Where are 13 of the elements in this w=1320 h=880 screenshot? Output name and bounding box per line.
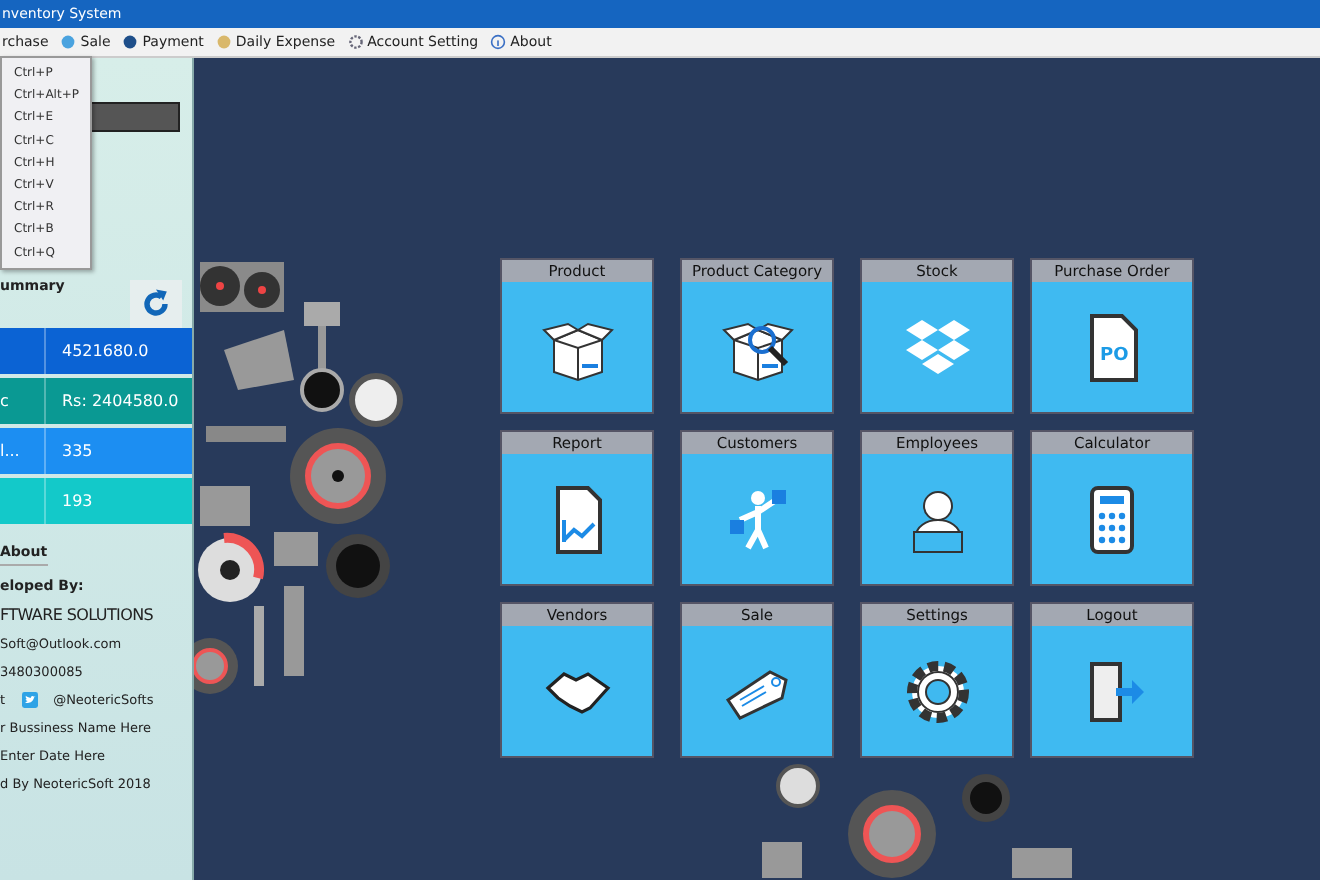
info-icon [490, 34, 507, 50]
refresh-button[interactable] [130, 279, 182, 327]
summary-value: Rs: 2404580.0 [60, 392, 179, 410]
refresh-icon [138, 285, 174, 321]
dark-bar [88, 102, 180, 132]
summary-value: 4521680.0 [60, 342, 149, 360]
icon-label: PO [1100, 345, 1129, 365]
summary-label: l... [0, 442, 20, 460]
summary-value: 335 [60, 442, 93, 460]
bird-icon [21, 692, 38, 708]
summary-value: 193 [60, 492, 93, 510]
summary-label: c [0, 392, 9, 410]
company-name: FTWARE SOLUTIONS [0, 606, 156, 624]
